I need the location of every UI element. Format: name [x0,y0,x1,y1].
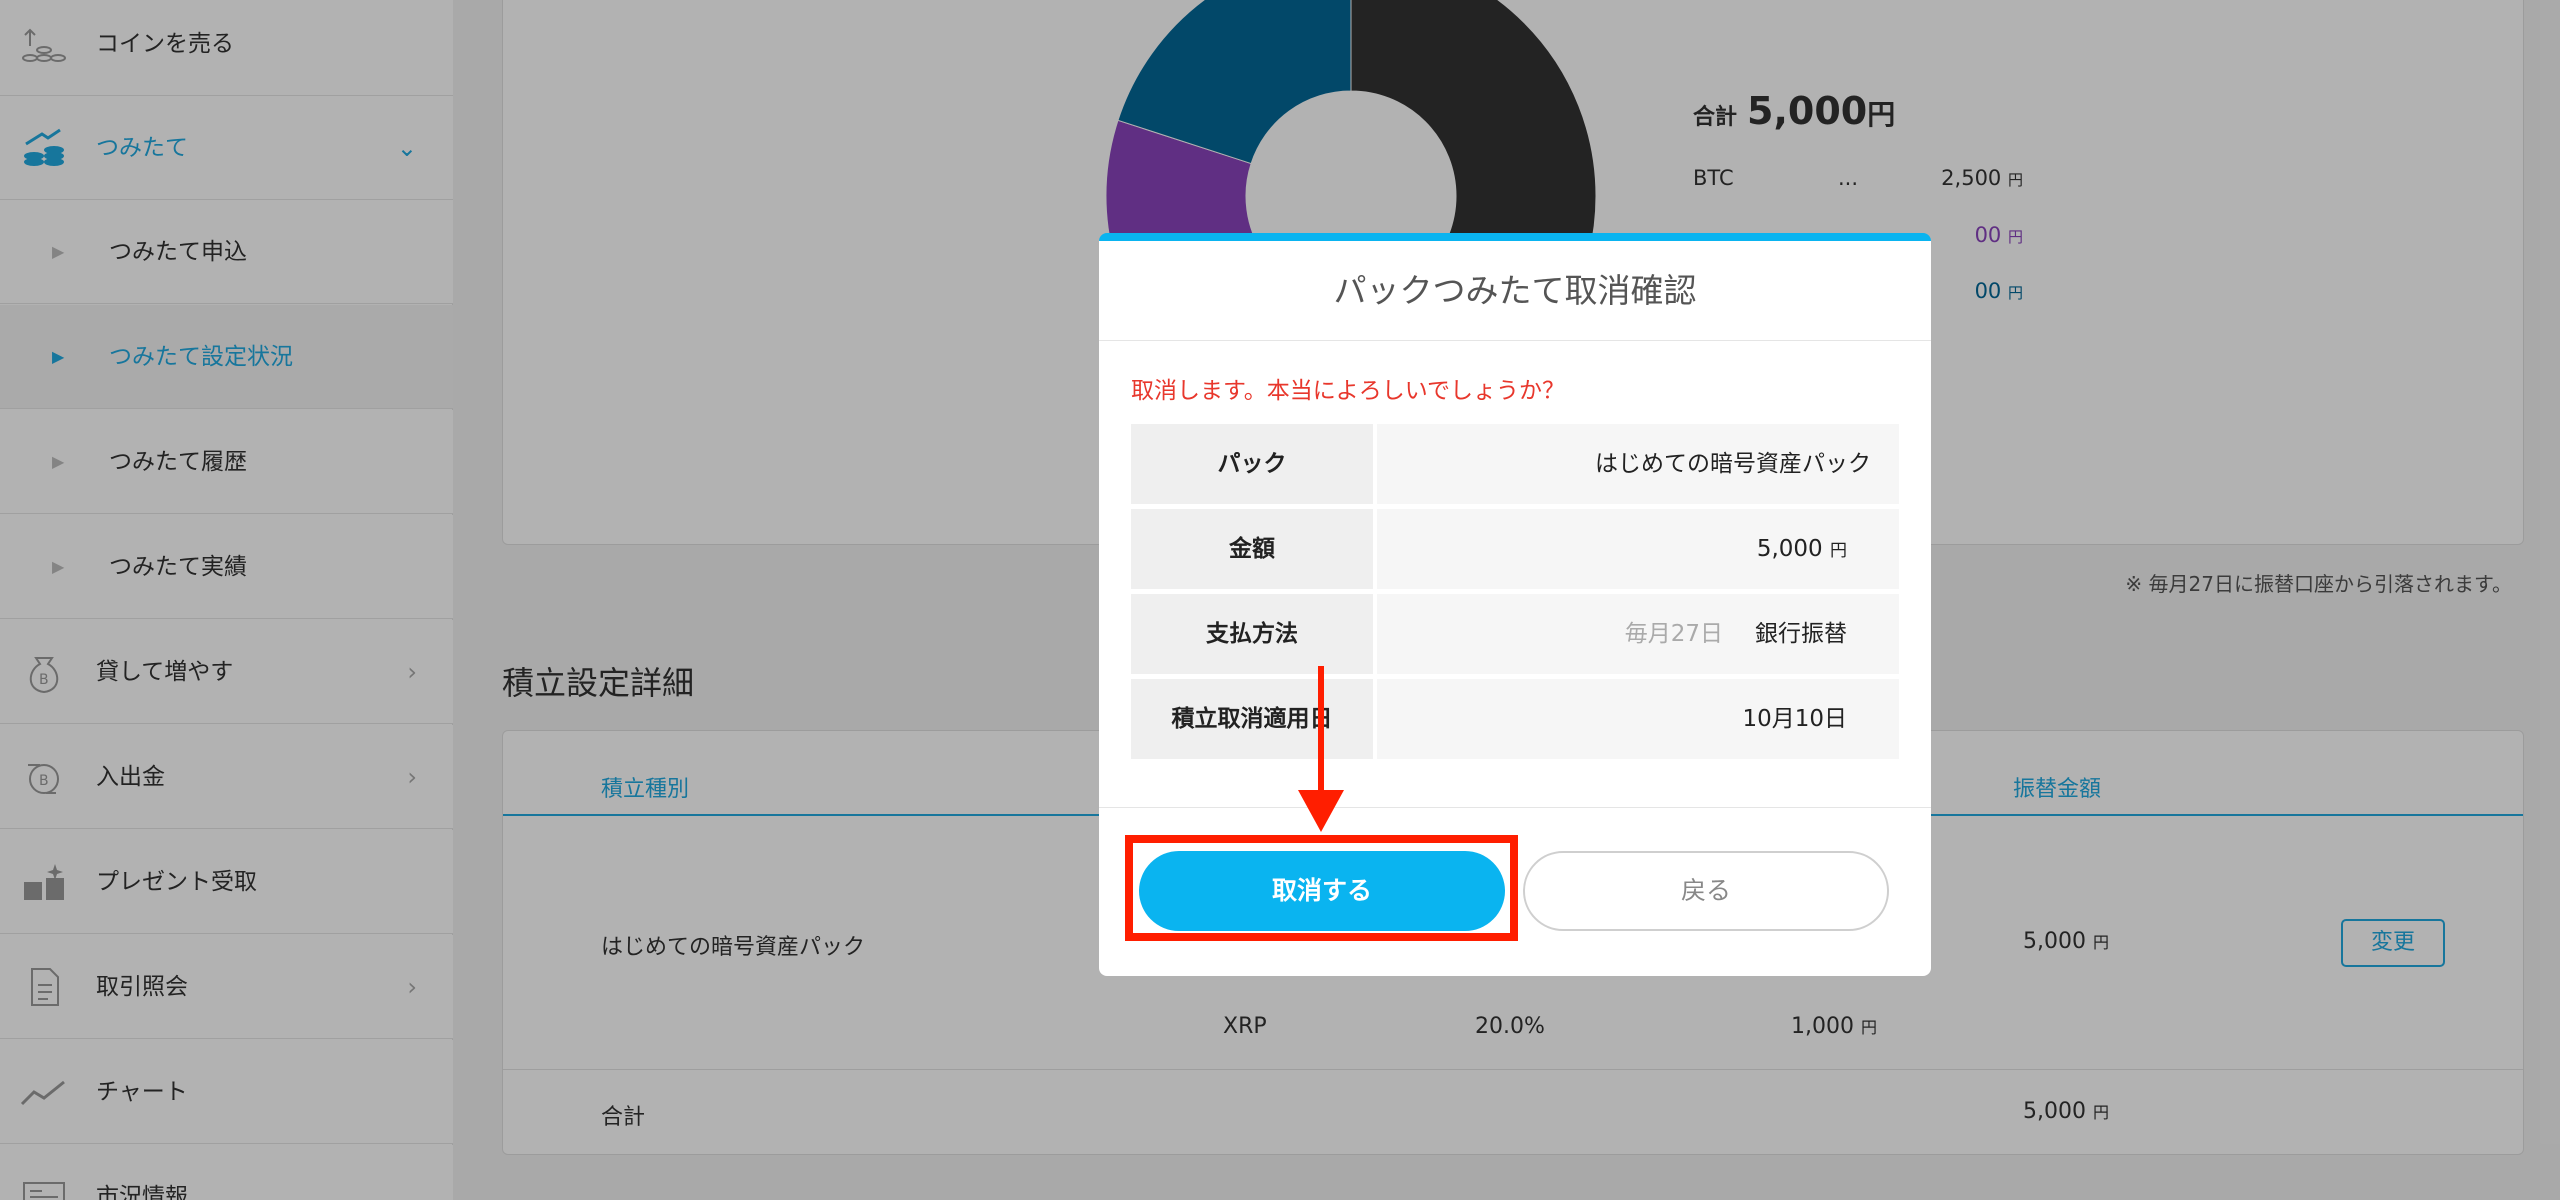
detail-row-pack: パック はじめての暗号資産パック [1131,424,1899,504]
payment-method: 銀行振替 [1755,621,1847,647]
dialog-title: パックつみたて取消確認 [1099,241,1931,341]
amount-value: 5,000 [1756,536,1823,562]
row-key: 積立取消適用日 [1131,679,1373,759]
row-value: はじめての暗号資産パック [1377,424,1899,504]
row-value: 5,000 円 [1377,509,1899,589]
annotation-arrow-shaft [1318,666,1324,796]
row-key: パック [1131,424,1373,504]
dialog-warning: 取消します。本当によろしいでしょうか？ [1131,378,1566,404]
annotation-arrow-head [1298,790,1344,832]
detail-row-effective-date: 積立取消適用日 10月10日 [1131,679,1899,759]
detail-row-payment: 支払方法 毎月27日 銀行振替 [1131,594,1899,674]
row-value: 毎月27日 銀行振替 [1377,594,1899,674]
row-key: 支払方法 [1131,594,1373,674]
detail-row-amount: 金額 5,000 円 [1131,509,1899,589]
annotation-highlight-box [1125,835,1518,941]
yen-unit: 円 [1830,541,1847,561]
dialog-divider [1099,807,1931,808]
row-key: 金額 [1131,509,1373,589]
payment-day: 毎月27日 [1624,621,1723,647]
back-button[interactable]: 戻る [1523,851,1889,931]
row-value: 10月10日 [1377,679,1899,759]
